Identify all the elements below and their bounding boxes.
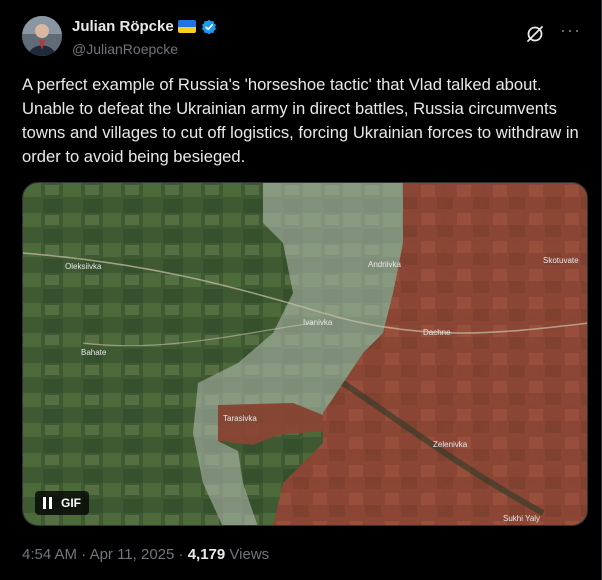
ukraine-flag-icon [177, 20, 196, 33]
map-label-town3: Skotuvate [543, 256, 579, 265]
views-count: 4,179 [187, 546, 226, 563]
tweet-card: Julian Röpcke @JulianRoepcke ··· A perfe… [0, 0, 602, 580]
views-label: Views [229, 546, 270, 563]
meta-separator-2: · [178, 546, 184, 563]
map-label-town4: Bahate [81, 348, 107, 357]
map-label-town2: Andriivka [368, 260, 401, 269]
tweet-header: Julian Röpcke @JulianRoepcke ··· [22, 16, 581, 60]
map-label-town8: Sukhi Yaly [503, 514, 540, 523]
author-name[interactable]: Julian Röpcke [72, 18, 174, 35]
map-label-town6: Dachne [423, 328, 451, 337]
verified-badge-icon [201, 19, 216, 34]
grok-icon[interactable] [525, 24, 545, 44]
tweet-meta: 4:54 AM · Apr 11, 2025 · 4,179 Views [22, 546, 269, 563]
tweet-time[interactable]: 4:54 AM [22, 546, 77, 563]
tweet-text: A perfect example of Russia's 'horseshoe… [22, 75, 579, 166]
meta-separator: · [81, 546, 87, 563]
avatar[interactable] [22, 16, 62, 56]
gif-controls[interactable]: GIF [35, 491, 89, 515]
map-label-town7: Zelenivka [433, 440, 468, 449]
pause-icon[interactable] [43, 497, 53, 509]
map-label-town9: Tarasivka [223, 414, 257, 423]
gif-badge: GIF [61, 496, 81, 510]
map-label-town5: Ivanivka [303, 318, 333, 327]
name-row: Julian Röpcke [72, 18, 217, 35]
map-image: Oleksiivka Andriivka Skotuvate Bahate Iv… [23, 183, 587, 525]
map-label-town1: Oleksiivka [65, 262, 102, 271]
tweet-media-gif[interactable]: Oleksiivka Andriivka Skotuvate Bahate Iv… [22, 182, 588, 526]
author-handle[interactable]: @JulianRoepcke [72, 41, 178, 57]
more-options-icon[interactable]: ··· [560, 20, 581, 41]
tweet-date[interactable]: Apr 11, 2025 [90, 546, 175, 563]
